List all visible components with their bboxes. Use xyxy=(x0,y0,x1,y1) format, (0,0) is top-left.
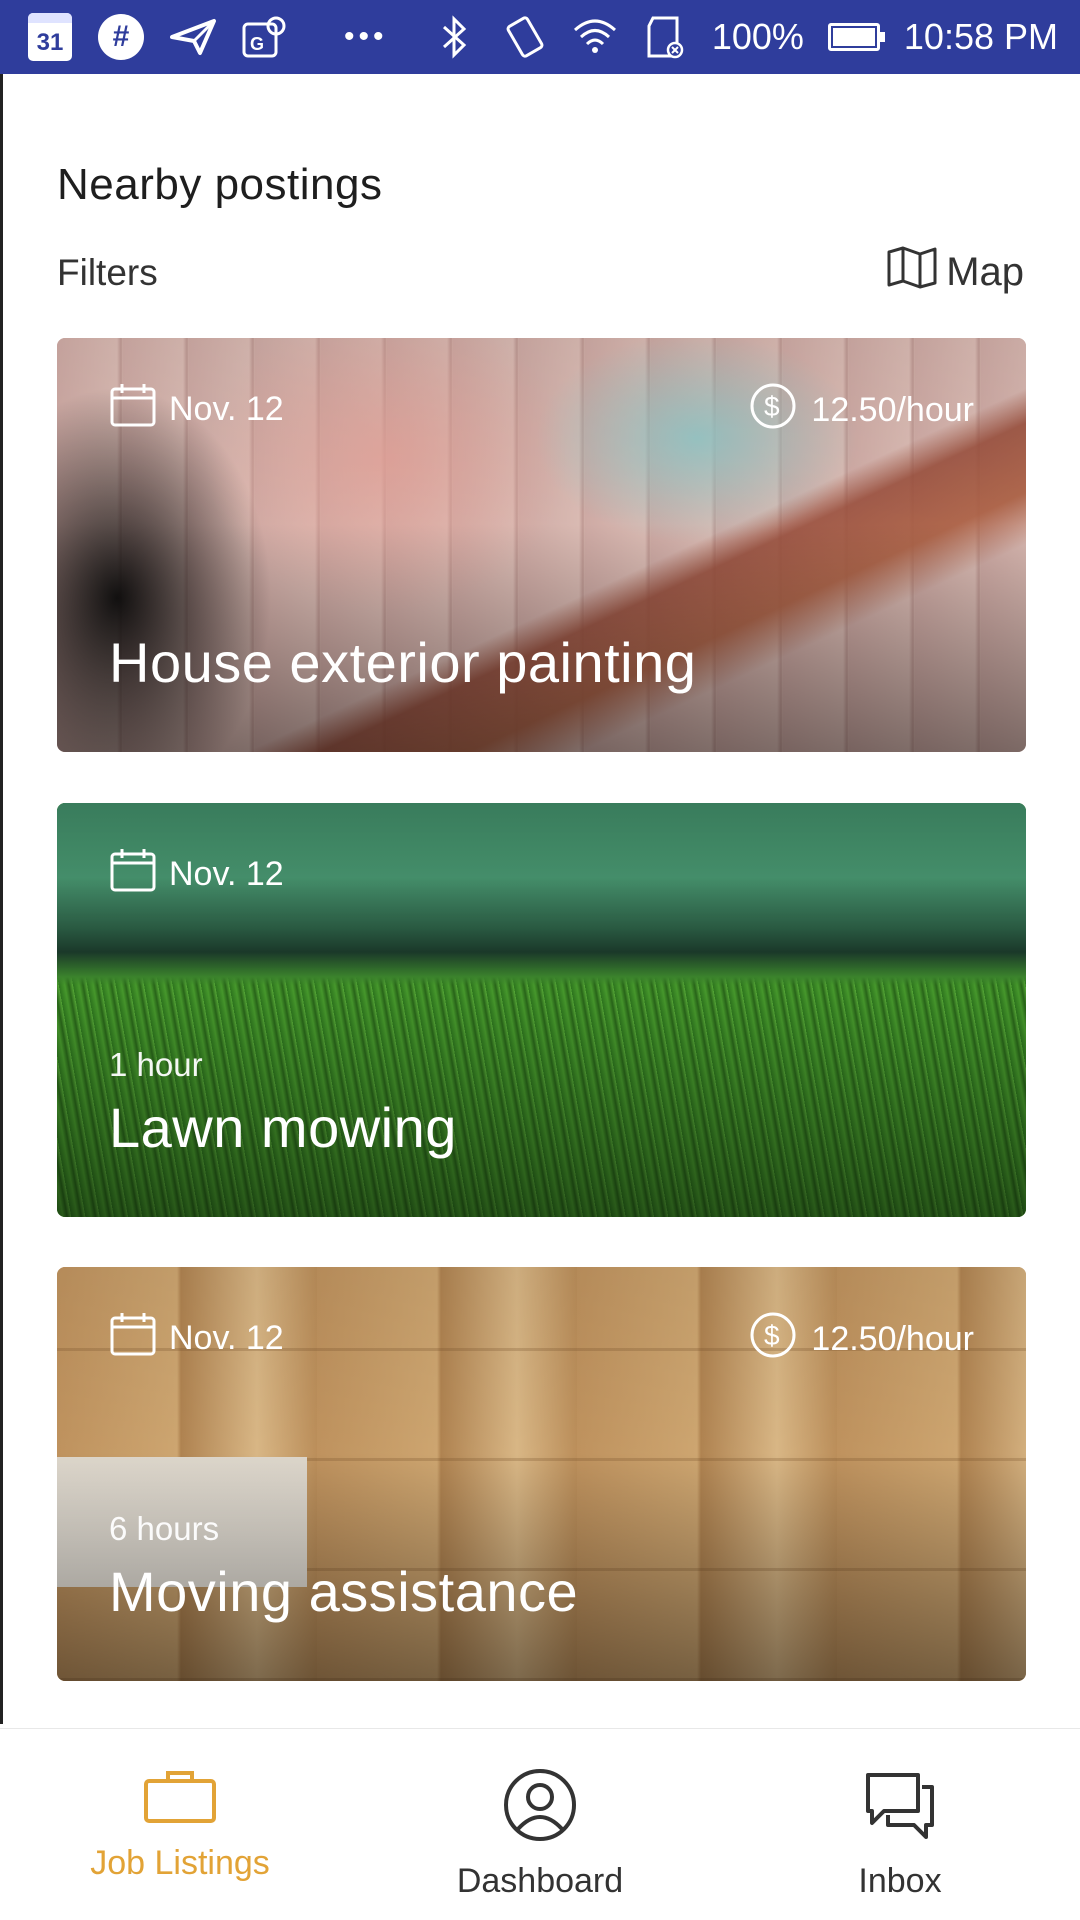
dollar-icon: $ xyxy=(749,382,797,439)
listing-card[interactable]: Nov. 12 $ 12.50/hour 6 hours Moving assi… xyxy=(57,1267,1026,1681)
listing-title: Lawn mowing xyxy=(109,1096,457,1159)
maps-icon: G xyxy=(242,14,288,60)
listing-title: House exterior painting xyxy=(109,631,697,694)
nav-label: Inbox xyxy=(858,1862,942,1900)
status-bar: 31 # G ••• 100% 10:58 PM xyxy=(0,0,1080,74)
nav-job-listings[interactable]: Job Listings xyxy=(0,1729,360,1920)
svg-text:$: $ xyxy=(764,1320,780,1351)
nav-label: Job Listings xyxy=(90,1844,270,1882)
calendar-icon: 31 xyxy=(28,13,72,61)
left-edge-divider xyxy=(0,74,3,1724)
calendar-icon xyxy=(109,382,157,437)
nav-dashboard[interactable]: Dashboard xyxy=(360,1729,720,1920)
page-title: Nearby postings xyxy=(57,160,383,209)
listing-card[interactable]: Nov. 12 $ 12.50/hour House exterior pain… xyxy=(57,338,1026,752)
svg-text:G: G xyxy=(250,34,264,54)
send-icon xyxy=(170,14,216,60)
sd-card-icon xyxy=(642,14,688,60)
svg-text:$: $ xyxy=(764,391,780,422)
briefcase-icon xyxy=(142,1767,218,1834)
listing-pay: $ 12.50/hour xyxy=(749,382,974,439)
nav-inbox[interactable]: Inbox xyxy=(720,1729,1080,1920)
map-label: Map xyxy=(946,249,1024,294)
listing-title: Moving assistance xyxy=(109,1560,579,1623)
listing-duration: 6 hours xyxy=(109,1510,220,1547)
listing-pay: $ 12.50/hour xyxy=(749,1311,974,1368)
listing-duration: 1 hour xyxy=(109,1046,203,1083)
battery-percent: 100% xyxy=(711,16,804,57)
bottom-nav: Job Listings Dashboard Inbox xyxy=(0,1728,1080,1920)
listing-date: Nov. 12 xyxy=(109,382,284,437)
map-button[interactable]: Map xyxy=(886,245,1024,299)
calendar-icon xyxy=(109,1311,157,1366)
bluetooth-icon xyxy=(432,14,478,60)
listing-date: Nov. 12 xyxy=(109,847,284,902)
more-dots-icon: ••• xyxy=(344,20,388,53)
slack-icon: # xyxy=(98,14,144,60)
clock: 10:58 PM xyxy=(903,16,1058,57)
chat-icon xyxy=(862,1767,938,1852)
listing-date: Nov. 12 xyxy=(109,1311,284,1366)
vibrate-icon xyxy=(502,14,548,60)
map-icon xyxy=(886,245,938,299)
nav-label: Dashboard xyxy=(456,1862,624,1900)
listing-card[interactable]: Nov. 12 1 hour Lawn mowing xyxy=(57,803,1026,1217)
battery-icon xyxy=(827,23,885,51)
wifi-icon xyxy=(572,14,618,60)
filters-button[interactable]: Filters xyxy=(57,252,158,294)
calendar-icon xyxy=(109,847,157,902)
user-circle-icon xyxy=(502,1767,578,1852)
dollar-icon: $ xyxy=(749,1311,797,1368)
